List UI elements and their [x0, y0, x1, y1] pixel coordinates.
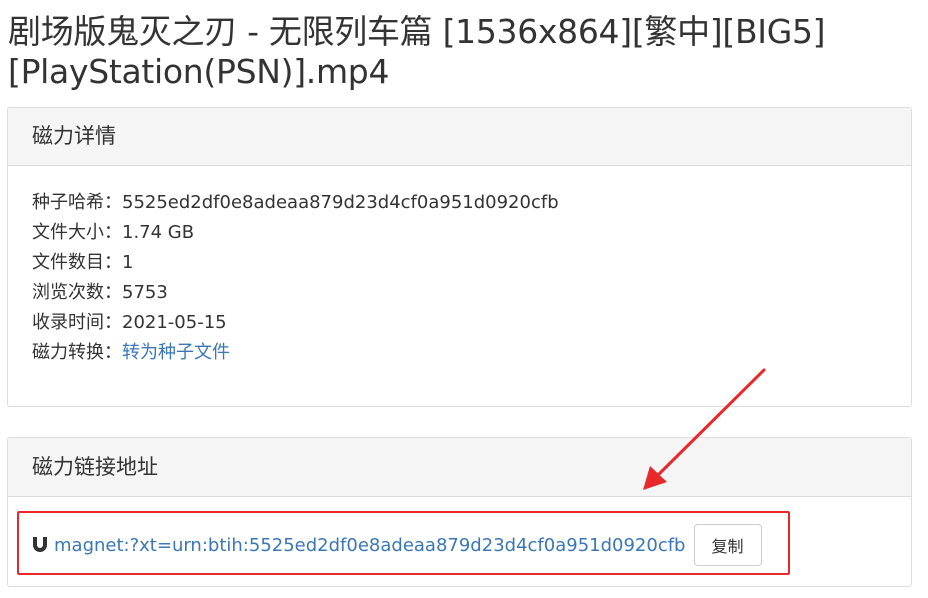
- magnet-link[interactable]: magnet:?xt=urn:btih:5525ed2df0e8adeaa879…: [54, 535, 686, 556]
- magnet-icon: [31, 535, 49, 555]
- info-label: 文件数目：: [32, 252, 122, 273]
- info-row-views: 浏览次数：5753: [32, 278, 911, 308]
- info-row-hash: 种子哈希：5525ed2df0e8adeaa879d23d4cf0a951d09…: [32, 188, 911, 218]
- info-row-convert: 磁力转换：转为种子文件: [32, 338, 911, 368]
- details-panel-heading: 磁力详情: [8, 108, 911, 166]
- info-label: 浏览次数：: [32, 282, 122, 303]
- info-label: 收录时间：: [32, 312, 122, 333]
- details-panel: 磁力详情 种子哈希：5525ed2df0e8adeaa879d23d4cf0a9…: [7, 107, 912, 407]
- copy-button[interactable]: 复制: [693, 524, 762, 566]
- magnet-panel: 磁力链接地址 magnet:?xt=urn:btih:5525ed2df0e8a…: [7, 437, 912, 587]
- info-label: 种子哈希：: [32, 192, 122, 213]
- info-value: 5753: [122, 282, 168, 303]
- info-value: 1: [122, 252, 134, 273]
- info-label: 文件大小：: [32, 222, 122, 243]
- magnet-row: magnet:?xt=urn:btih:5525ed2df0e8adeaa879…: [31, 524, 762, 566]
- info-value: 1.74 GB: [122, 222, 195, 243]
- info-row-date: 收录时间：2021-05-15: [32, 308, 911, 338]
- info-row-file-count: 文件数目：1: [32, 248, 911, 278]
- magnet-panel-heading: 磁力链接地址: [8, 438, 911, 497]
- info-label: 磁力转换：: [32, 342, 122, 363]
- magnet-highlight-box: magnet:?xt=urn:btih:5525ed2df0e8adeaa879…: [17, 511, 790, 575]
- convert-to-torrent-link[interactable]: 转为种子文件: [122, 342, 230, 363]
- details-list: 种子哈希：5525ed2df0e8adeaa879d23d4cf0a951d09…: [8, 166, 911, 368]
- info-value: 2021-05-15: [122, 312, 227, 333]
- info-row-size: 文件大小：1.74 GB: [32, 218, 911, 248]
- page-title: 剧场版鬼灭之刃 - 无限列车篇 [1536x864][繁中][BIG5][Pla…: [8, 12, 826, 91]
- info-value: 5525ed2df0e8adeaa879d23d4cf0a951d0920cfb: [122, 192, 559, 213]
